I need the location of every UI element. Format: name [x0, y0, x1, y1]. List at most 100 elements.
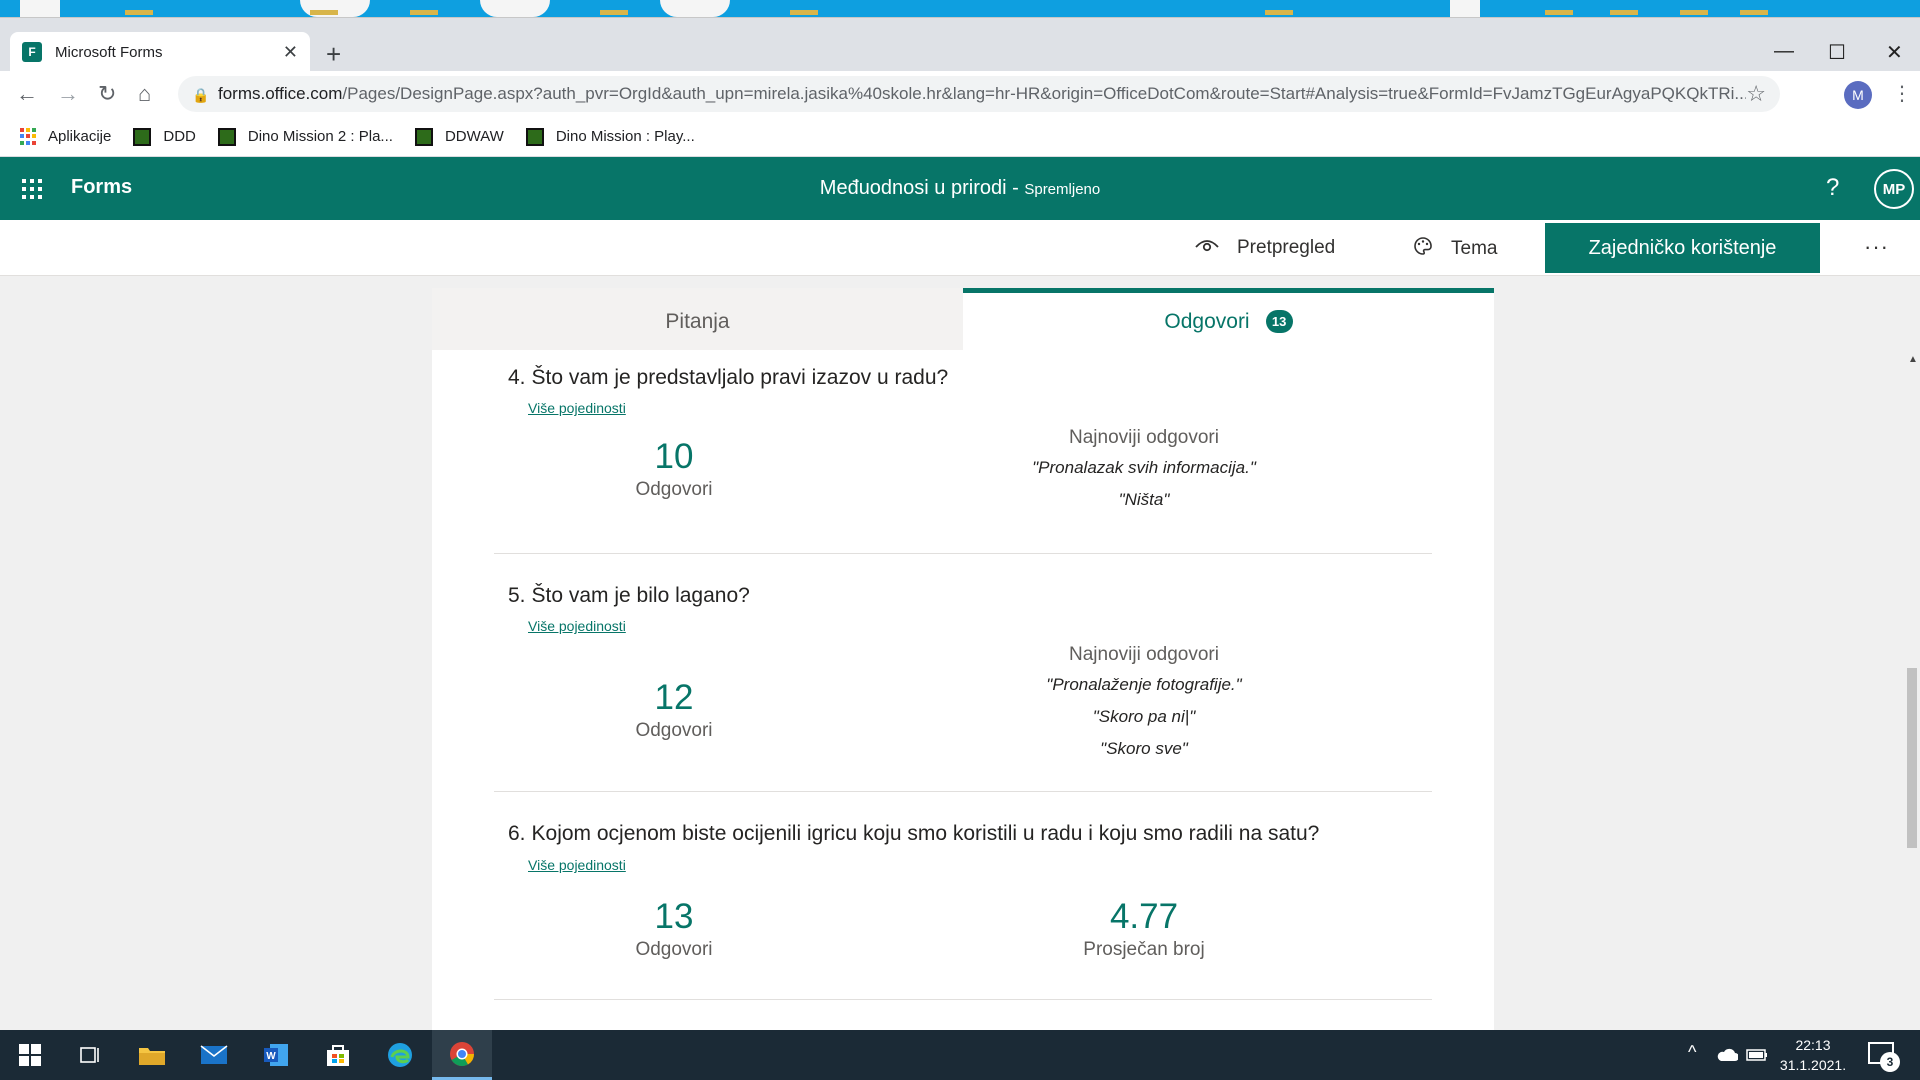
svg-text:W: W [266, 1051, 276, 1062]
response-count: 13 Odgovori [524, 897, 824, 961]
response-count-value: 13 [654, 897, 694, 936]
mail-button[interactable] [184, 1030, 244, 1080]
bookmark-label: DDWAW [444, 128, 504, 145]
clock-time: 22:13 [1795, 1037, 1831, 1053]
new-tab-icon[interactable]: + [326, 41, 341, 67]
bookmark-dino-mission[interactable]: Dino Mission : Play... [525, 127, 695, 146]
desktop-background [0, 0, 1920, 17]
tab-responses[interactable]: Odgovori 13 [963, 288, 1494, 350]
tab-questions[interactable]: Pitanja [432, 288, 963, 350]
lock-icon: 🔒 [192, 87, 210, 103]
response-count-value: 10 [654, 437, 694, 476]
edge-icon [388, 1043, 412, 1067]
start-button[interactable] [0, 1030, 60, 1080]
latest-response: "Ništa" [1118, 490, 1170, 509]
task-view-icon [80, 1047, 99, 1063]
chrome-button[interactable] [432, 1030, 492, 1080]
close-window-icon[interactable]: ✕ [1886, 40, 1903, 65]
more-details-link[interactable]: Više pojedinosti [528, 618, 626, 634]
bookmark-label: Aplikacije [48, 128, 112, 145]
latest-response: "Pronalaženje fotografije." [1046, 675, 1242, 694]
bookmark-label: DDD [163, 128, 196, 145]
bookmark-label: Dino Mission 2 : Pla... [247, 128, 393, 145]
clock-date: 31.1.2021. [1779, 1057, 1847, 1073]
windows-taskbar: W ^ 22:13 31.1.2021. 3 [0, 1030, 1920, 1080]
form-card: Pitanja Odgovori 13 4. Što vam je predsta… [432, 288, 1494, 1030]
more-details-link[interactable]: Više pojedinosti [528, 400, 626, 416]
word-icon: W [264, 1044, 288, 1066]
bookmark-ddwaw[interactable]: DDWAW [414, 127, 504, 146]
onedrive-cloud-icon[interactable] [1716, 1048, 1738, 1062]
question-title: 6. Kojom ocjenom biste ocijenili igricu k… [508, 822, 1320, 845]
url-text: forms.office.com/Pages/DesignPage.aspx?a… [218, 84, 1747, 103]
save-status: Spremljeno [1024, 181, 1101, 198]
file-explorer-button[interactable] [122, 1030, 182, 1080]
forward-icon[interactable]: → [57, 81, 79, 107]
forms-favicon-icon: F [22, 42, 42, 62]
main-content: Pitanja Odgovori 13 4. Što vam je predsta… [0, 276, 1920, 1030]
form-title[interactable]: Međuodnosi u prirodi [820, 177, 1007, 199]
store-button[interactable] [308, 1030, 368, 1080]
minimize-icon[interactable]: — [1774, 40, 1794, 63]
game-icon [414, 127, 433, 146]
close-tab-icon[interactable]: ✕ [283, 42, 298, 63]
response-count: 10 Odgovori [524, 437, 824, 501]
url-field[interactable]: 🔒 forms.office.com/Pages/DesignPage.aspx… [178, 76, 1780, 112]
average-rating: 4.77 Prosječan broj [994, 897, 1294, 961]
latest-responses-header: Najnoviji odgovori [1069, 427, 1219, 448]
question-summary-6: 6. Kojom ocjenom biste ocijenili igricu k… [494, 792, 1432, 1000]
response-count-value: 12 [654, 678, 694, 717]
bookmark-label: Dino Mission : Play... [555, 128, 695, 145]
apps-grid-icon [20, 127, 38, 146]
latest-responses: Najnoviji odgovori "Pronalazak svih info… [934, 427, 1354, 522]
help-icon[interactable]: ? [1826, 174, 1839, 202]
home-icon[interactable]: ⌂ [138, 81, 151, 107]
more-details-link[interactable]: Više pojedinosti [528, 857, 626, 873]
browser-menu-icon[interactable]: ⋮ [1892, 81, 1912, 106]
bookmark-apps[interactable]: Aplikacije [20, 127, 112, 146]
latest-responses-header: Najnoviji odgovori [1069, 644, 1219, 665]
bookmark-dino-mission-2[interactable]: Dino Mission 2 : Pla... [217, 127, 393, 146]
tab-title: Microsoft Forms [55, 43, 163, 61]
battery-icon[interactable] [1746, 1048, 1768, 1062]
preview-label: Pretpregled [1237, 236, 1336, 258]
store-icon [327, 1045, 349, 1066]
game-icon [217, 127, 236, 146]
browser-tab[interactable]: F Microsoft Forms ✕ [10, 32, 310, 72]
scrollbar-thumb[interactable] [1907, 668, 1917, 848]
latest-response: "Pronalazak svih informacija." [1032, 458, 1256, 477]
bookmark-ddd[interactable]: DDD [133, 127, 196, 146]
question-title: 4. Što vam je predstavljalo pravi izazov … [508, 366, 949, 389]
bookmarks-bar: Aplikacije DDD Dino Mission 2 : Pla... D… [0, 117, 1920, 157]
word-button[interactable]: W [246, 1030, 306, 1080]
average-value: 4.77 [1109, 897, 1179, 936]
back-icon[interactable]: ← [16, 81, 38, 107]
response-count-label: Odgovori [635, 720, 713, 741]
responses-count-badge: 13 [1265, 310, 1293, 333]
theme-button[interactable]: Tema [1413, 236, 1497, 262]
profile-avatar[interactable]: M [1844, 81, 1872, 109]
windows-logo-icon [19, 1044, 41, 1066]
share-button[interactable]: Zajedničko korištenje [1545, 223, 1820, 273]
maximize-icon[interactable]: ☐ [1828, 40, 1846, 65]
question-title: 5. Što vam je bilo lagano? [508, 584, 750, 607]
browser-tab-strip: F Microsoft Forms ✕ + — ☐ ✕ [0, 17, 1920, 72]
show-hidden-icons-icon[interactable]: ^ [1688, 1042, 1696, 1063]
form-tabs: Pitanja Odgovori 13 [432, 288, 1494, 350]
response-count-label: Odgovori [635, 939, 713, 960]
preview-button[interactable]: Pretpregled [1195, 236, 1335, 259]
more-options-icon[interactable]: ··· [1864, 234, 1889, 260]
game-icon [133, 127, 152, 146]
edge-button[interactable] [370, 1030, 430, 1080]
question-summary-4: 4. Što vam je predstavljalo pravi izazov … [494, 350, 1432, 554]
user-avatar[interactable]: MP [1874, 169, 1914, 209]
scroll-up-arrow-icon[interactable]: ▲ [1908, 354, 1918, 365]
chrome-icon [450, 1041, 474, 1066]
reload-icon[interactable]: ↻ [98, 81, 116, 107]
system-clock[interactable]: 22:13 31.1.2021. [1768, 1035, 1858, 1075]
bookmark-star-icon[interactable]: ☆ [1746, 81, 1766, 107]
task-view-button[interactable] [60, 1030, 120, 1080]
latest-response: "Skoro pa ni|" [1092, 707, 1196, 726]
folder-icon [139, 1048, 165, 1065]
notification-count-badge: 3 [1880, 1052, 1900, 1072]
